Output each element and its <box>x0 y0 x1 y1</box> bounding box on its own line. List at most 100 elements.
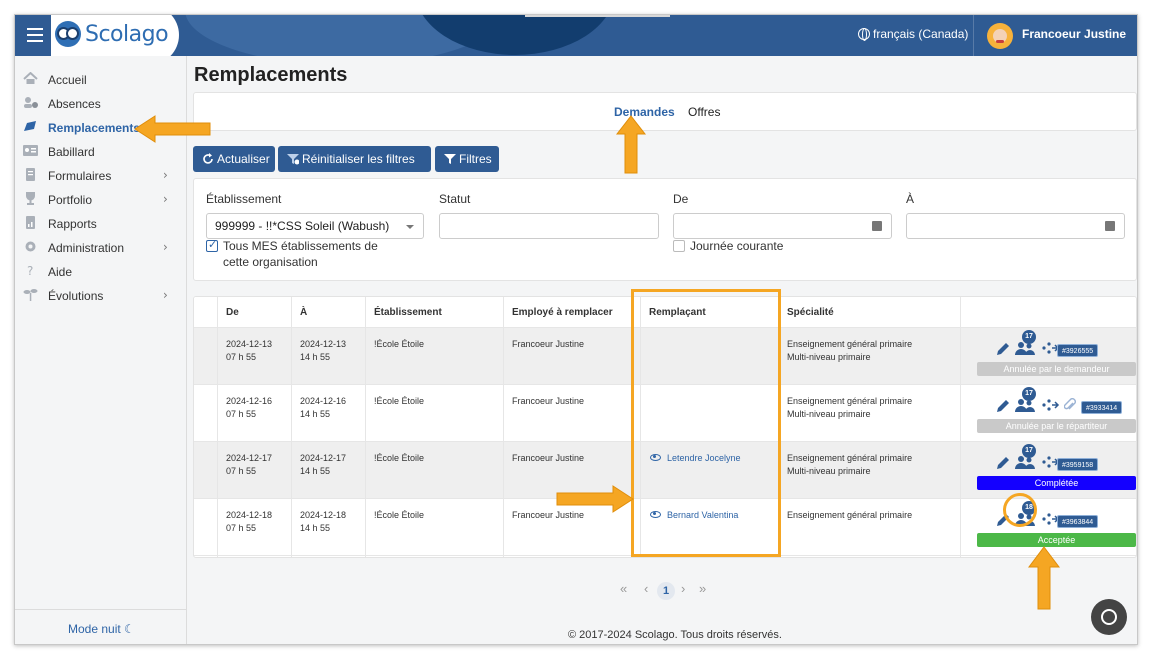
cell-establishment: !École Étoile <box>374 510 425 520</box>
status-badge: Annulée par le demandeur <box>977 362 1136 376</box>
annotation-arrow-right <box>556 485 634 513</box>
sidebar-item-aide[interactable]: ? Aide <box>15 261 187 283</box>
column-header-specialty[interactable]: Spécialité <box>787 307 834 318</box>
from-time: 07 h 55 <box>226 523 257 533</box>
previous-page-button[interactable]: ‹ <box>644 581 648 596</box>
sidebar-item-evolutions[interactable]: Évolutions › <box>15 285 187 307</box>
night-mode-toggle[interactable]: Mode nuit ☾ <box>68 622 135 636</box>
logo-text[interactable]: Scolago <box>85 22 169 47</box>
moon-icon: ☾ <box>124 622 135 636</box>
sidebar-item-babillard[interactable]: Babillard <box>15 141 187 163</box>
sidebar-item-label: Babillard <box>48 145 95 159</box>
annotation-arrow-up <box>615 115 647 174</box>
absence-icon <box>24 97 38 108</box>
to-date: 2024-12-13 <box>300 339 347 349</box>
annotation-arrow-up-bottom <box>1028 546 1060 610</box>
calendar-icon[interactable] <box>1105 221 1115 231</box>
from-time: 07 h 55 <box>226 409 257 419</box>
user-name[interactable]: Francoeur Justine <box>1022 27 1126 41</box>
status-input[interactable] <box>439 213 659 239</box>
all-establishments-label: Tous MES établissements de cette organis… <box>223 239 378 269</box>
sidebar-item-administration[interactable]: Administration › <box>15 237 187 259</box>
edit-pencil-icon[interactable] <box>996 456 1010 470</box>
help-icon: ? <box>27 264 33 277</box>
sidebar-item-label: Portfolio <box>48 193 93 207</box>
current-day-checkbox[interactable] <box>673 240 685 252</box>
column-header-establishment[interactable]: Établissement <box>374 307 442 318</box>
cell-establishment: !École Étoile <box>374 453 425 463</box>
to-date-input[interactable] <box>906 213 1125 239</box>
request-id-badge[interactable]: #3959158 <box>1057 458 1099 471</box>
cell-specialty: Enseignement général primaire Multi-nive… <box>787 338 912 364</box>
sidebar-item-accueil[interactable]: Accueil <box>15 69 187 91</box>
column-divider <box>291 297 292 557</box>
request-id-badge[interactable]: #3933414 <box>1081 401 1123 414</box>
refresh-button[interactable]: Actualiser <box>193 146 275 172</box>
column-header-a[interactable]: À <box>300 307 307 318</box>
tab-offres[interactable]: Offres <box>688 105 720 119</box>
language-label: français (Canada) <box>873 27 969 41</box>
column-divider <box>365 297 366 557</box>
filters-label: Filtres <box>459 152 492 166</box>
help-chat-button[interactable] <box>1091 599 1127 635</box>
paperclip-icon[interactable] <box>1064 398 1076 412</box>
language-selector[interactable]: français (Canada) <box>858 27 968 41</box>
specialty-primary: Enseignement général primaire <box>787 339 913 349</box>
cell-to: 2024-12-13 14 h 55 <box>300 338 346 364</box>
specialty-secondary: Multi-niveau primaire <box>787 409 871 419</box>
from-date-input[interactable] <box>673 213 892 239</box>
first-page-button[interactable]: « <box>620 581 627 596</box>
board-icon <box>23 145 38 156</box>
avatar[interactable] <box>987 23 1013 49</box>
column-header-de[interactable]: De <box>226 307 239 318</box>
cell-from: 2024-12-16 07 h 55 <box>226 395 272 421</box>
column-divider <box>503 297 504 557</box>
sidebar-item-rapports[interactable]: Rapports <box>15 213 187 235</box>
filter-icon <box>444 154 456 164</box>
next-page-button[interactable]: › <box>681 581 685 596</box>
svg-text:?: ? <box>27 264 33 277</box>
owl-logo-icon <box>55 21 81 47</box>
divider <box>973 15 974 56</box>
cell-employee: Francoeur Justine <box>512 339 585 349</box>
filters-button[interactable]: Filtres <box>435 146 499 172</box>
edit-pencil-icon[interactable] <box>996 342 1010 356</box>
candidates-count-badge: 17 <box>1022 444 1036 458</box>
menu-toggle-button[interactable] <box>27 28 43 42</box>
cell-from: 2024-12-17 07 h 55 <box>226 452 272 478</box>
filter-reset-icon <box>287 154 299 165</box>
row-actions: 17 #3959158 Complétée <box>969 442 1136 499</box>
to-time: 14 h 55 <box>300 409 331 419</box>
night-mode-label: Mode nuit <box>68 622 121 636</box>
sidebar-item-portfolio[interactable]: Portfolio › <box>15 189 187 211</box>
request-id-badge[interactable]: #3926555 <box>1057 344 1099 357</box>
globe-icon <box>858 28 870 41</box>
current-page[interactable]: 1 <box>657 582 675 600</box>
to-date: 2024-12-16 <box>300 396 347 406</box>
request-id-badge[interactable]: #3963844 <box>1057 515 1099 528</box>
sidebar-item-absences[interactable]: Absences <box>15 93 187 115</box>
reset-filters-button[interactable]: Réinitialiser les filtres2 <box>278 146 431 192</box>
row-actions: 17 #3926555 Annulée par le demandeur <box>969 328 1136 385</box>
sidebar-item-formulaires[interactable]: Formulaires › <box>15 165 187 187</box>
status-badge: Complétée <box>977 476 1136 490</box>
column-header-employee[interactable]: Employé à remplacer <box>512 307 613 318</box>
establishment-value: 999999 - !!*CSS Soleil (Wabush) <box>215 219 390 233</box>
all-establishments-checkbox[interactable] <box>206 238 218 252</box>
to-time: 14 h 55 <box>300 466 331 476</box>
header-line <box>525 15 670 17</box>
establishment-select[interactable]: 999999 - !!*CSS Soleil (Wabush) <box>206 213 424 239</box>
last-page-button[interactable]: » <box>699 581 706 596</box>
cell-specialty: Enseignement général primaire Multi-nive… <box>787 452 912 478</box>
column-divider <box>960 297 961 557</box>
cell-specialty: Enseignement général primaire <box>787 509 912 522</box>
from-date: 2024-12-16 <box>226 396 273 406</box>
sidebar-item-label: Remplacements <box>48 121 141 135</box>
status-label: Statut <box>439 192 471 206</box>
edit-pencil-icon[interactable] <box>996 399 1010 413</box>
from-time: 07 h 55 <box>226 352 257 362</box>
dispatch-arrows-icon[interactable] <box>1042 399 1060 411</box>
cell-to: 2024-12-16 14 h 55 <box>300 395 346 421</box>
calendar-icon[interactable] <box>872 221 882 231</box>
column-divider <box>217 297 218 557</box>
